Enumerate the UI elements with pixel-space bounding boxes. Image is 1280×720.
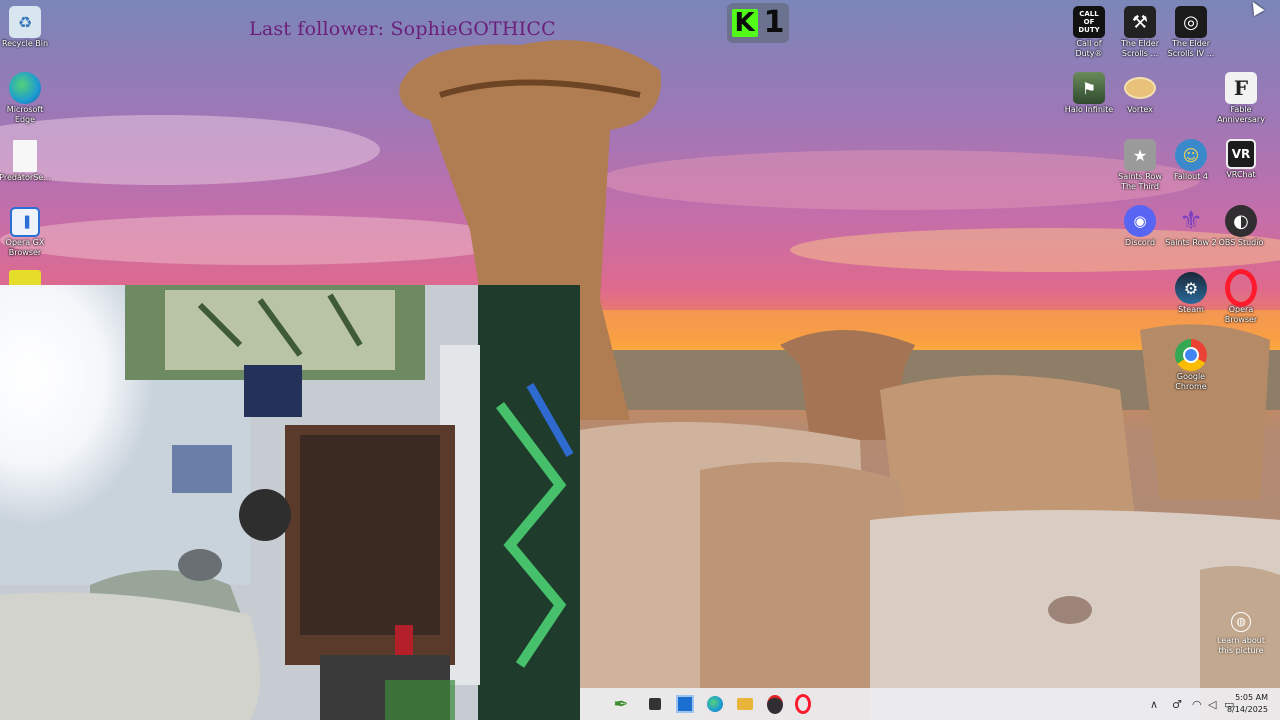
- tray-chevron-icon[interactable]: ∧: [1150, 698, 1158, 711]
- desktop-icon-label: Steam: [1178, 305, 1204, 314]
- desktop-icon-vrchat[interactable]: VR VRChat: [1214, 139, 1268, 180]
- learn-about-picture-label: Learn about this picture: [1217, 636, 1265, 655]
- desktop-icon-vortex[interactable]: Vortex: [1113, 72, 1167, 115]
- vrchat-icon: VR: [1226, 139, 1256, 169]
- desktop-icon-label: The Elder Scrolls ...: [1121, 39, 1159, 58]
- desktop-icon-saints-row-2[interactable]: ⚜ Saints Row 2: [1164, 205, 1218, 248]
- desktop-icon-fable[interactable]: F Fable Anniversary: [1214, 72, 1268, 124]
- opera-gx-icon: ▐: [10, 207, 40, 237]
- desktop-icon-label: VRChat: [1226, 170, 1256, 179]
- opera-icon: [1225, 269, 1257, 307]
- elder-scrolls-icon: ⚒: [1124, 6, 1156, 38]
- lizard-app-icon[interactable]: ✒: [610, 693, 632, 715]
- desktop-icon-label: Recycle Bin: [1, 39, 49, 48]
- store-icon[interactable]: [674, 693, 696, 715]
- file-explorer-icon[interactable]: [734, 693, 756, 715]
- obs-icon: ◐: [1225, 205, 1257, 237]
- desktop-icon-label: Google Chrome: [1175, 372, 1207, 391]
- kick-logo-icon: K: [731, 9, 758, 37]
- fallout-4-icon: ☺: [1175, 139, 1207, 171]
- webcam-feed: [0, 285, 580, 720]
- desktop-icon-chrome[interactable]: Google Chrome: [1164, 339, 1218, 391]
- desktop-icon-label: Fable Anniversary: [1217, 105, 1265, 124]
- last-follower-overlay: Last follower: SophieGOTHICC: [249, 18, 556, 40]
- opera-taskbar-icon[interactable]: [792, 693, 814, 715]
- desktop-icon-cod[interactable]: CALL OF DUTY Call of Duty®: [1062, 6, 1116, 58]
- desktop-icon-label: PredatorSe...: [0, 173, 51, 182]
- desktop-icon-label: The Elder Scrolls IV ...: [1167, 39, 1215, 58]
- desktop-icon-label: Microsoft Edge: [6, 105, 44, 124]
- learn-about-picture[interactable]: ◍ Learn about this picture: [1214, 612, 1268, 655]
- volume-icon[interactable]: ◁: [1208, 698, 1216, 711]
- fable-icon: F: [1225, 72, 1257, 104]
- desktop-icon-opera-gx[interactable]: ▐ Opera GX Browser: [0, 207, 52, 257]
- desktop-icon-opera[interactable]: Opera Browser: [1214, 269, 1268, 324]
- desktop-icon-label: Saints Row 2: [1165, 238, 1217, 247]
- desktop-icon-label: Call of Duty®: [1075, 39, 1103, 58]
- desktop-icon-fallout-4[interactable]: ☺ Fallout 4: [1164, 139, 1218, 182]
- saints-row-2-icon: ⚜: [1179, 206, 1203, 236]
- task-view-icon[interactable]: [644, 693, 666, 715]
- kick-counter-badge: K 1: [727, 3, 789, 43]
- edge-taskbar-icon[interactable]: [704, 693, 726, 715]
- desktop-icon-discord[interactable]: ◉ Discord: [1113, 205, 1167, 248]
- elder-scrolls-iv-icon: ◎: [1175, 6, 1207, 38]
- recycle-bin-icon: ♻: [9, 6, 41, 38]
- vortex-icon: [1124, 72, 1156, 104]
- desktop-icon-steam[interactable]: ⚙ Steam: [1164, 272, 1218, 315]
- desktop-icon-saints-row-3[interactable]: ★ Saints Row The Third: [1113, 139, 1167, 191]
- desktop-icon-label: Opera Browser: [1224, 305, 1258, 324]
- desktop-icon-halo[interactable]: ⚑ Halo Infinite: [1062, 72, 1116, 115]
- desktop-icon-partial[interactable]: [8, 270, 42, 286]
- discord-icon: ◉: [1124, 205, 1156, 237]
- desktop-icon-label: Fallout 4: [1174, 172, 1208, 181]
- desktop-icon-label: Halo Infinite: [1064, 105, 1114, 114]
- desktop-icon-label: Opera GX Browser: [5, 238, 45, 257]
- desktop-icon-obs[interactable]: ◐ OBS Studio: [1214, 205, 1268, 248]
- clock-date: 8/14/2025: [1226, 705, 1268, 714]
- taskbar: ✒ ∧ ♂ ◠ ◁ ▭ 5:05 AM 8/14/2025: [580, 688, 1280, 720]
- taskbar-clock[interactable]: 5:05 AM 8/14/2025: [1227, 692, 1268, 716]
- file-icon: [13, 140, 37, 172]
- wifi-icon[interactable]: ◠: [1192, 698, 1202, 711]
- edge-icon: [9, 72, 41, 104]
- steam-icon: ⚙: [1175, 272, 1207, 304]
- desktop-icon-edge[interactable]: Microsoft Edge: [0, 72, 52, 124]
- app-shortcut-icon: [9, 270, 41, 286]
- desktop-icon-label: Vortex: [1127, 105, 1153, 114]
- desktop-icon-label: Saints Row The Third: [1118, 172, 1162, 191]
- microphone-icon[interactable]: ♂: [1172, 698, 1182, 711]
- halo-icon: ⚑: [1073, 72, 1105, 104]
- desktop-icon-elder-scrolls[interactable]: ⚒ The Elder Scrolls ...: [1113, 6, 1167, 58]
- desktop-icon-file[interactable]: PredatorSe...: [0, 140, 52, 183]
- desktop-icon-label: Discord: [1124, 238, 1156, 247]
- kick-viewer-count: 1: [763, 5, 785, 40]
- chrome-icon: [1175, 339, 1207, 371]
- cod-icon: CALL OF DUTY: [1073, 6, 1105, 38]
- saints-row-3-icon: ★: [1124, 139, 1156, 171]
- clock-time: 5:05 AM: [1235, 693, 1268, 702]
- camera-icon: ◍: [1231, 612, 1251, 632]
- desktop-icon-elder-scrolls-iv[interactable]: ◎ The Elder Scrolls IV ...: [1164, 6, 1218, 58]
- desktop-icon-label: OBS Studio: [1218, 238, 1264, 247]
- desktop-icon-recycle-bin[interactable]: ♻ Recycle Bin: [0, 6, 52, 49]
- obs-taskbar-icon[interactable]: [764, 693, 786, 715]
